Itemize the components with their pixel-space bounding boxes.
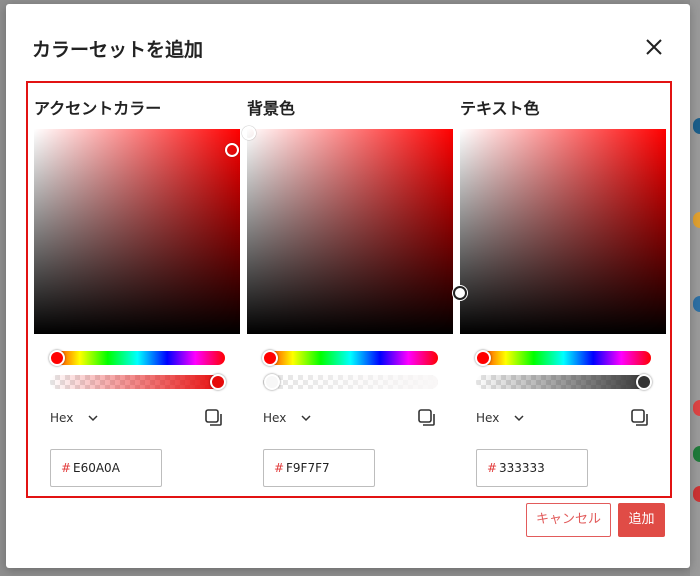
saturation-value-area[interactable] <box>242 126 453 334</box>
color-picker-background: 背景色 Hex # F9F7F7 <box>241 83 453 493</box>
alpha-slider[interactable] <box>50 374 226 390</box>
background-dot <box>693 486 700 502</box>
sv-handle[interactable] <box>224 142 239 157</box>
alpha-handle[interactable] <box>210 374 226 390</box>
hex-value[interactable]: F9F7F7 <box>286 461 330 475</box>
picker-title: アクセントカラー <box>34 99 162 118</box>
alpha-gradient <box>50 375 225 389</box>
color-pickers-group: アクセントカラー Hex # E60A0A 背景色 Hex # F9F7F7 テ… <box>26 81 672 498</box>
hex-hash: # <box>61 461 72 475</box>
hue-handle[interactable] <box>475 350 491 366</box>
picker-title: 背景色 <box>247 99 296 118</box>
cancel-button[interactable]: キャンセル <box>526 503 611 537</box>
format-label[interactable]: Hex <box>263 411 286 425</box>
hue-slider[interactable] <box>262 350 438 366</box>
background-dot <box>693 118 700 134</box>
format-selector[interactable]: Hex <box>476 408 651 428</box>
hex-value[interactable]: 333333 <box>499 461 545 475</box>
alpha-gradient <box>476 375 651 389</box>
picker-title: テキスト色 <box>460 99 540 118</box>
hex-input[interactable]: # F9F7F7 <box>263 449 375 487</box>
background-dot <box>693 296 700 312</box>
copy-icon[interactable] <box>417 408 437 428</box>
saturation-value-area[interactable] <box>34 129 240 334</box>
chevron-down-icon[interactable] <box>513 412 525 424</box>
add-color-set-dialog: カラーセットを追加 アクセントカラー Hex # E60A0A 背景色 Hex … <box>6 4 690 568</box>
sv-handle[interactable] <box>242 126 257 141</box>
hex-input[interactable]: # E60A0A <box>50 449 162 487</box>
format-selector[interactable]: Hex <box>263 408 438 428</box>
alpha-slider[interactable] <box>263 374 438 390</box>
hex-hash: # <box>487 461 498 475</box>
sv-handle[interactable] <box>453 286 467 300</box>
background-dot <box>693 400 700 416</box>
format-label[interactable]: Hex <box>476 411 499 425</box>
close-icon[interactable] <box>642 35 666 59</box>
dialog-title: カラーセットを追加 <box>32 39 204 61</box>
hue-handle[interactable] <box>49 350 65 366</box>
color-picker-accent: アクセントカラー Hex # E60A0A <box>28 83 240 493</box>
copy-icon[interactable] <box>630 408 650 428</box>
background-dot <box>693 446 700 462</box>
hex-hash: # <box>274 461 285 475</box>
alpha-gradient <box>263 375 438 389</box>
hue-slider[interactable] <box>49 350 225 366</box>
copy-icon[interactable] <box>204 408 224 428</box>
background-dot <box>693 212 700 228</box>
hex-input[interactable]: # 333333 <box>476 449 588 487</box>
hue-handle[interactable] <box>262 350 278 366</box>
format-selector[interactable]: Hex <box>50 408 225 428</box>
chevron-down-icon[interactable] <box>300 412 312 424</box>
alpha-handle[interactable] <box>636 374 652 390</box>
add-button[interactable]: 追加 <box>618 503 665 537</box>
chevron-down-icon[interactable] <box>87 412 99 424</box>
format-label[interactable]: Hex <box>50 411 73 425</box>
background-page <box>690 0 700 576</box>
color-picker-text: テキスト色 Hex # 333333 <box>453 83 666 493</box>
hue-slider[interactable] <box>475 350 651 366</box>
hex-value[interactable]: E60A0A <box>73 461 120 475</box>
alpha-slider[interactable] <box>476 374 652 390</box>
alpha-handle[interactable] <box>263 374 280 390</box>
saturation-value-area[interactable] <box>453 129 666 334</box>
